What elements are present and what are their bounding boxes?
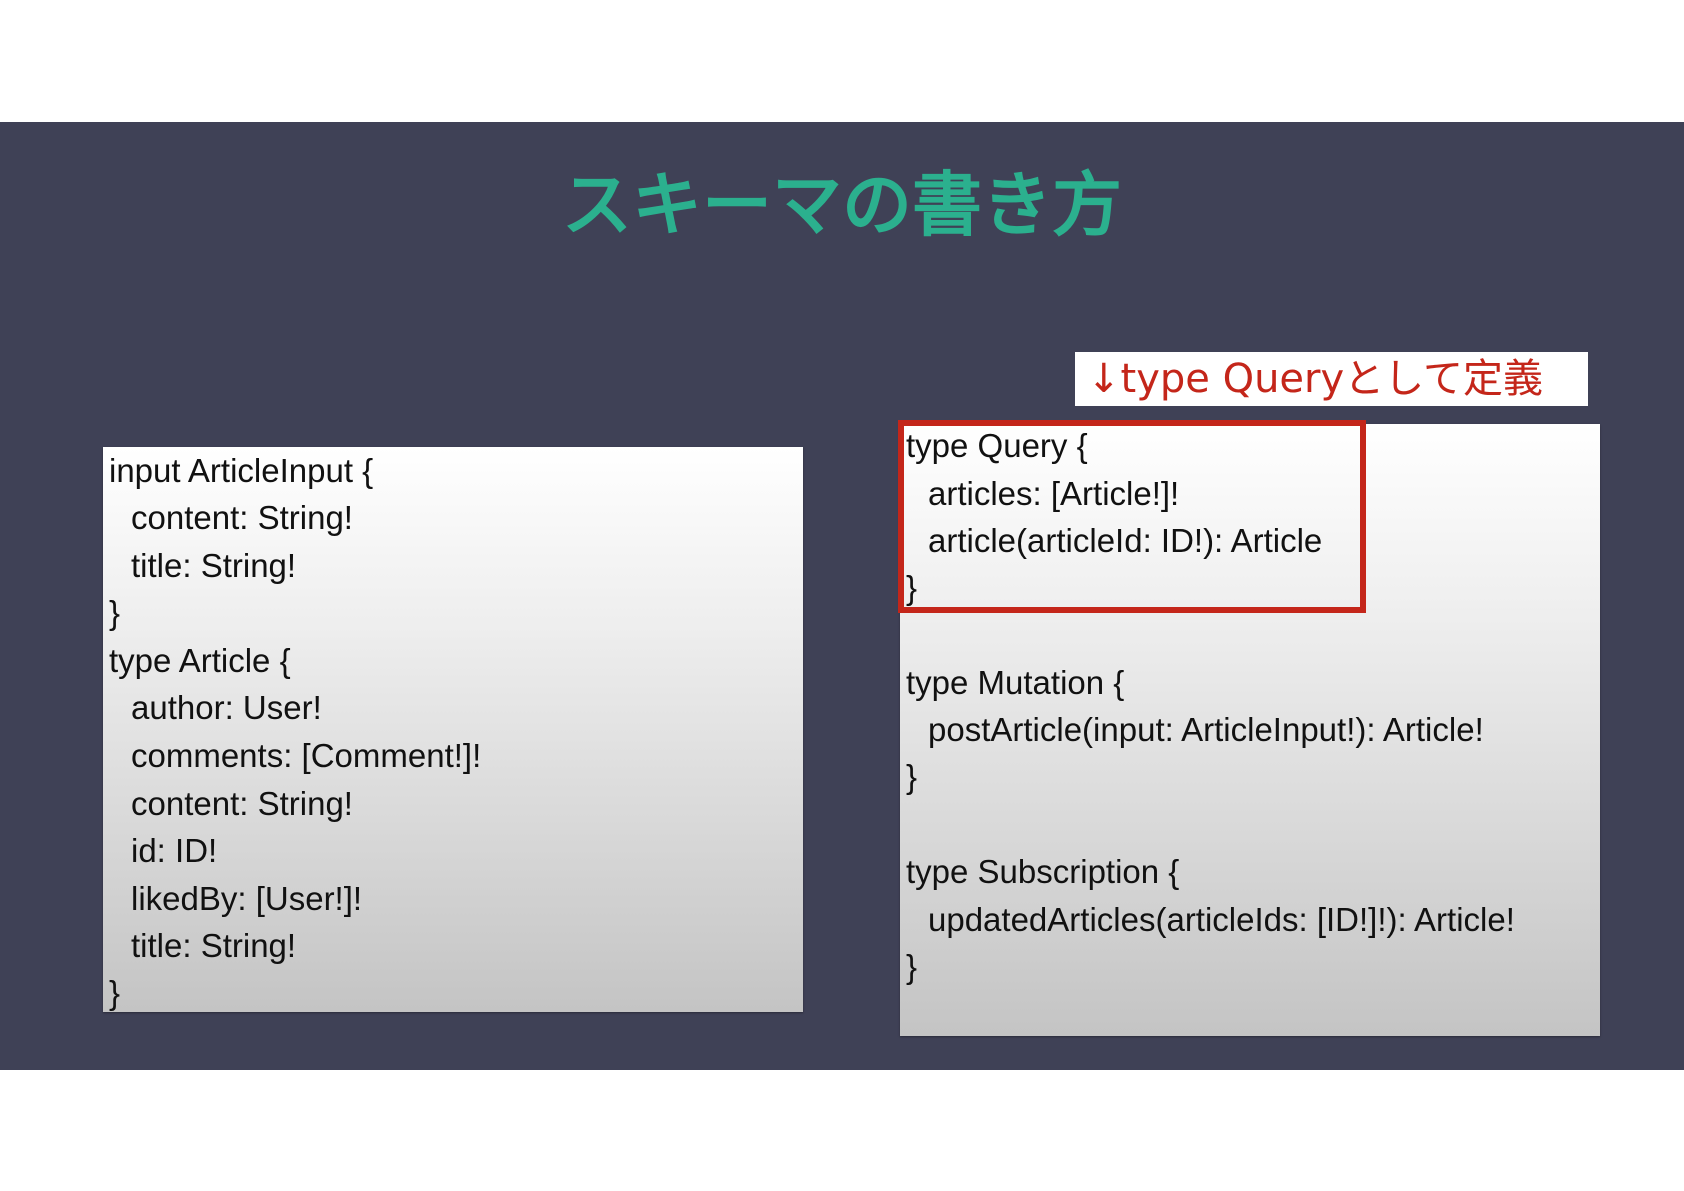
query-callout: ↓type Queryとして定義 [1075,352,1588,406]
code-line: content: String! [131,499,353,536]
code-line: author: User! [131,689,322,726]
code-line: title: String! [131,547,297,584]
slide: スキーマの書き方 ↓type Queryとして定義 input ArticleI… [0,122,1684,1070]
code-line: postArticle(input: ArticleInput!): Artic… [928,711,1484,748]
code-line: title: String! [131,927,297,964]
code-line: comments: [Comment!]! [131,737,482,774]
code-line: } [906,948,918,985]
code-line: } [906,758,918,795]
code-line: updatedArticles(articleIds: [ID!]!): Art… [928,901,1515,938]
code-line: type Subscription { [906,853,1180,890]
code-line: } [109,594,121,631]
code-line: likedBy: [User!]! [131,880,363,917]
code-line: } [109,974,121,1011]
query-highlight-frame [898,420,1366,613]
code-line: type Mutation { [906,664,1125,701]
page: スキーマの書き方 ↓type Queryとして定義 input ArticleI… [0,0,1684,1191]
code-line: input ArticleInput { [109,452,374,489]
code-line: type Article { [109,642,291,679]
code-line: id: ID! [131,832,218,869]
schema-types-code-box: input ArticleInput { content: String! ti… [103,447,803,1012]
slide-title: スキーマの書き方 [562,164,1122,246]
code-line: content: String! [131,785,353,822]
